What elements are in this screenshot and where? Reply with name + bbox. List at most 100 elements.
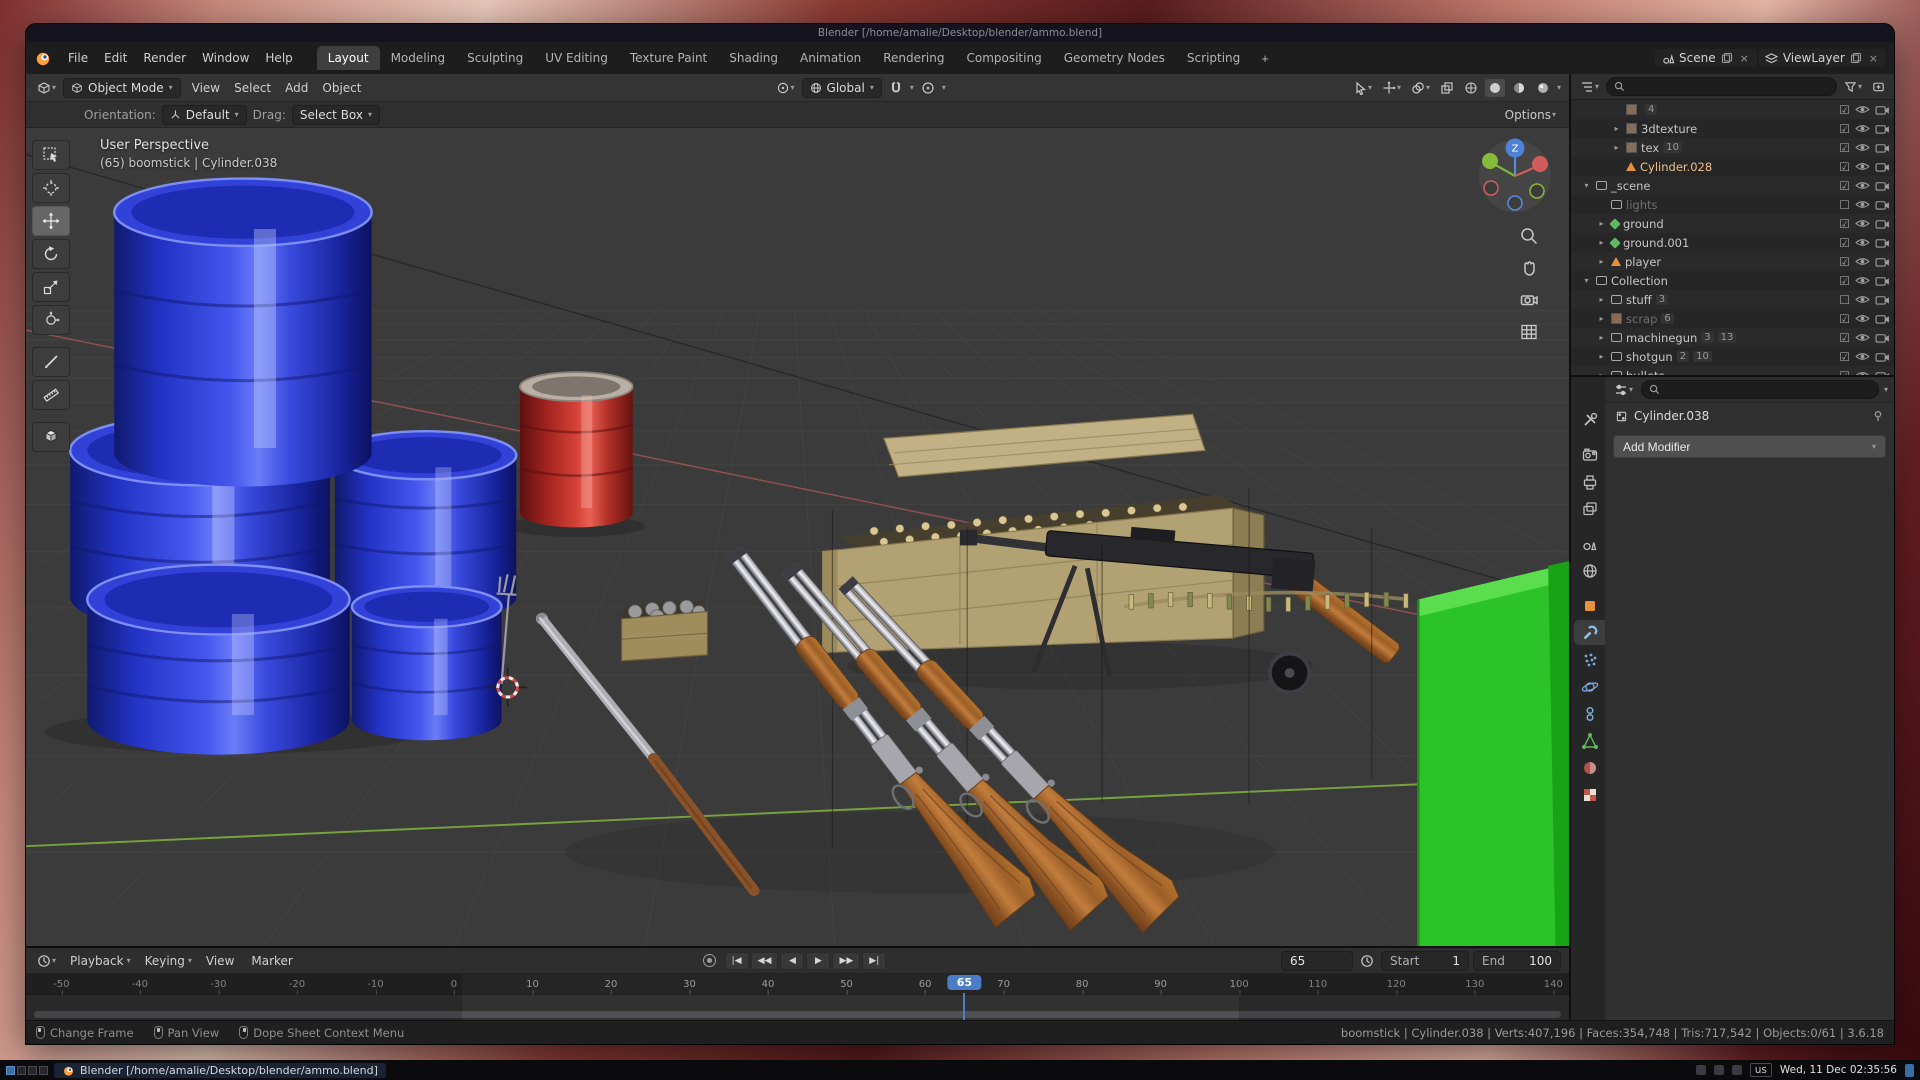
properties-editor-type-button[interactable]: ▾: [1611, 381, 1636, 399]
shading-dropdown-caret[interactable]: ▾: [1557, 84, 1561, 92]
hide-eye-toggle[interactable]: [1854, 237, 1870, 248]
timeline-scrollbar[interactable]: [34, 1011, 1561, 1018]
xray-toggle-button[interactable]: [1437, 79, 1457, 97]
options-dropdown[interactable]: Options ▾: [1502, 106, 1559, 124]
outliner-filter-button[interactable]: ▾: [1841, 78, 1865, 95]
transform-tool[interactable]: [32, 305, 70, 335]
current-frame-field[interactable]: 65: [1281, 951, 1353, 971]
properties-tab-modifiers[interactable]: [1574, 620, 1605, 645]
exclude-checkbox[interactable]: ☑: [1839, 218, 1850, 230]
exclude-checkbox[interactable]: ☐: [1839, 294, 1850, 306]
3d-scene[interactable]: [26, 128, 1569, 946]
select-box-tool[interactable]: [32, 140, 70, 170]
properties-tab-object[interactable]: [1574, 593, 1605, 618]
pivot-point-button[interactable]: ▾: [773, 79, 798, 97]
timeline-ruler[interactable]: -50-40-30-20-100102030405060708090100110…: [26, 974, 1569, 995]
timeline-menu-item[interactable]: Playback▾: [63, 951, 138, 971]
render-camera-toggle[interactable]: [1874, 294, 1890, 305]
frame-start-field[interactable]: Start 1: [1381, 951, 1469, 971]
properties-search[interactable]: [1641, 380, 1879, 399]
previous-keyframe-button[interactable]: ◀◀: [751, 952, 779, 970]
new-collection-button[interactable]: [1869, 78, 1888, 95]
viewport-menu-item[interactable]: Add: [278, 77, 315, 99]
workspace-tab[interactable]: Compositing: [955, 46, 1052, 70]
properties-tab-world[interactable]: [1574, 558, 1605, 583]
auto-keying-button[interactable]: [703, 954, 716, 967]
gizmo-y-neg[interactable]: [1530, 184, 1544, 198]
move-tool[interactable]: [32, 206, 70, 236]
render-camera-toggle[interactable]: [1874, 218, 1890, 229]
workspace-tab[interactable]: Geometry Nodes: [1053, 46, 1176, 70]
proportional-editing-button[interactable]: [918, 79, 938, 97]
outliner-row[interactable]: ▸ bullets ☑: [1571, 366, 1894, 375]
hide-eye-toggle[interactable]: [1854, 218, 1870, 229]
outliner-row[interactable]: ▸ 3dtexture ☑: [1571, 119, 1894, 138]
properties-tab-render[interactable]: [1574, 442, 1605, 467]
expand-arrow-icon[interactable]: ▸: [1596, 257, 1607, 266]
render-camera-toggle[interactable]: [1874, 351, 1890, 362]
expand-arrow-icon[interactable]: ▸: [1596, 314, 1607, 323]
expand-arrow-icon[interactable]: ▸: [1596, 238, 1607, 247]
pin-icon[interactable]: [1871, 409, 1885, 423]
play-button[interactable]: ▶: [806, 952, 830, 970]
expand-arrow-icon[interactable]: ▸: [1596, 352, 1607, 361]
hide-eye-toggle[interactable]: [1854, 294, 1870, 305]
menu-item[interactable]: Render: [135, 47, 194, 69]
timeline-menu-item[interactable]: Marker: [244, 951, 302, 971]
snap-magnet-button[interactable]: [886, 79, 906, 97]
expand-arrow-icon[interactable]: ▸: [1596, 295, 1607, 304]
workspace-pager[interactable]: [6, 1066, 48, 1075]
expand-arrow-icon[interactable]: ▸: [1596, 333, 1607, 342]
outliner-row[interactable]: ▸ machinegun 3 13 ☑: [1571, 328, 1894, 347]
tray-icon-2[interactable]: [1714, 1065, 1724, 1075]
menu-item[interactable]: Help: [257, 47, 300, 69]
hide-eye-toggle[interactable]: [1854, 104, 1870, 115]
render-camera-toggle[interactable]: [1874, 332, 1890, 343]
properties-tab-constraints[interactable]: [1574, 701, 1605, 726]
hide-eye-toggle[interactable]: [1854, 180, 1870, 191]
taskbar-clock[interactable]: Wed, 11 Dec 02:35:56: [1780, 1064, 1897, 1076]
outliner-row[interactable]: lights ☐: [1571, 195, 1894, 214]
preview-range-clock-icon[interactable]: [1357, 952, 1377, 970]
viewport-menu-item[interactable]: Object: [315, 77, 368, 99]
proportional-dropdown-caret[interactable]: ▾: [942, 84, 946, 92]
hide-eye-toggle[interactable]: [1854, 332, 1870, 343]
red-barrel[interactable]: [520, 372, 633, 527]
cursor-tool[interactable]: [32, 173, 70, 203]
snap-dropdown-caret[interactable]: ▾: [910, 84, 914, 92]
exclude-checkbox[interactable]: ☑: [1839, 180, 1850, 192]
jump-to-start-button[interactable]: |◀: [725, 952, 749, 970]
exclude-checkbox[interactable]: ☑: [1839, 332, 1850, 344]
timeline-menu-item[interactable]: View: [199, 951, 244, 971]
expand-arrow-icon[interactable]: ▾: [1581, 276, 1592, 285]
hide-eye-toggle[interactable]: [1854, 161, 1870, 172]
gizmo-y-axis[interactable]: [1482, 153, 1498, 169]
tray-accent-widget[interactable]: [1905, 1064, 1914, 1077]
exclude-checkbox[interactable]: ☑: [1839, 237, 1850, 249]
viewport-menu-item[interactable]: View: [185, 77, 227, 99]
blender-logo-icon[interactable]: [34, 49, 54, 67]
jump-to-end-button[interactable]: ▶|: [862, 952, 886, 970]
hide-eye-toggle[interactable]: [1854, 256, 1870, 267]
expand-arrow-icon[interactable]: ▸: [1596, 219, 1607, 228]
exclude-checkbox[interactable]: ☑: [1839, 104, 1850, 116]
menu-item[interactable]: File: [60, 47, 96, 69]
timeline-strip[interactable]: -50-40-30-20-100102030405060708090100110…: [26, 974, 1569, 1020]
taskbar-app-button[interactable]: Blender [/home/amalie/Desktop/blender/am…: [54, 1063, 386, 1078]
timeline-menu-item[interactable]: Keying▾: [138, 951, 199, 971]
scale-tool[interactable]: [32, 272, 70, 302]
render-camera-toggle[interactable]: [1874, 123, 1890, 134]
hide-eye-toggle[interactable]: [1854, 142, 1870, 153]
viewport-menu-item[interactable]: Select: [227, 77, 278, 99]
cannonball-crate[interactable]: [622, 600, 708, 661]
render-camera-toggle[interactable]: [1874, 180, 1890, 191]
hide-eye-toggle[interactable]: [1854, 275, 1870, 286]
properties-tab-data[interactable]: [1574, 728, 1605, 753]
expand-arrow-icon[interactable]: ▾: [1581, 181, 1592, 190]
pan-hand-icon[interactable]: [1517, 256, 1541, 280]
outliner-editor-type-button[interactable]: ▾: [1577, 78, 1602, 96]
exclude-checkbox[interactable]: ☑: [1839, 161, 1850, 173]
workspace-tab[interactable]: Texture Paint: [619, 46, 718, 70]
new-scene-icon[interactable]: [1720, 51, 1734, 65]
green-cube[interactable]: [1418, 561, 1569, 946]
